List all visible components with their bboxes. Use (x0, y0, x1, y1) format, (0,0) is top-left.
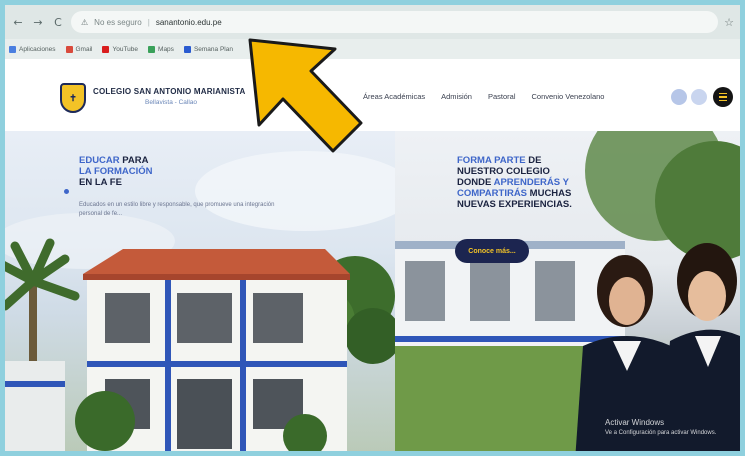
hero-panel-right: FORMA PARTE DE NUESTRO COLEGIO DONDE APR… (395, 131, 740, 451)
menu-item-pastoral[interactable]: Pastoral (488, 92, 516, 101)
school-building-photo (5, 151, 395, 451)
hamburger-menu-icon[interactable] (713, 87, 733, 107)
school-name[interactable]: COLEGIO SAN ANTONIO MARIANISTA (93, 87, 246, 96)
main-menu: Áreas Académicas Admisión Pastoral Conve… (363, 92, 604, 101)
menu-item-admision[interactable]: Admisión (441, 92, 472, 101)
browser-window: ← → C ⚠ No es seguro | sanantonio.edu.pe… (0, 0, 745, 456)
hero-right-heading: FORMA PARTE DE NUESTRO COLEGIO DONDE APR… (457, 155, 572, 210)
bookmark-label: YouTube (112, 45, 139, 53)
site-header: ✝ COLEGIO SAN ANTONIO MARIANISTA Bellavi… (5, 59, 740, 131)
pointer-arrow-icon (248, 38, 363, 153)
bookmark-label: Aplicaciones (19, 45, 56, 53)
reload-icon[interactable]: C (51, 15, 65, 29)
hero-left-description: Educados en un estilo libre y responsabl… (79, 202, 275, 217)
bookmark-label: Semana Plan (193, 45, 233, 53)
back-icon[interactable]: ← (11, 15, 25, 29)
hero-section: EDUCAR PARA LA FORMACIÓN EN LA FE Educad… (5, 131, 740, 451)
forward-icon[interactable]: → (31, 15, 45, 29)
school-subtitle: Bellavista - Callao (145, 99, 198, 106)
secure-label: No es seguro (94, 17, 142, 27)
maps-icon (148, 45, 156, 53)
menu-item-convenio[interactable]: Convenio Venezolano (532, 92, 605, 101)
youtube-icon (102, 45, 110, 53)
social-icon[interactable] (691, 89, 707, 105)
address-bar: ← → C ⚠ No es seguro | sanantonio.edu.pe… (5, 5, 740, 39)
bookmark-star-icon[interactable]: ☆ (724, 16, 734, 29)
menu-item-areas[interactable]: Áreas Académicas (363, 92, 425, 101)
bookmark-gmail[interactable]: Gmail (65, 45, 93, 53)
bookmarks-bar: Aplicaciones Gmail YouTube Maps Semana P… (5, 39, 740, 59)
school-logo[interactable]: ✝ (60, 83, 86, 113)
social-icon[interactable] (671, 89, 687, 105)
folder-icon (183, 45, 191, 53)
bookmark-label: Maps (158, 45, 174, 53)
slider-dot[interactable] (64, 189, 69, 194)
bookmark-label: Gmail (75, 45, 93, 53)
bookmark-semana[interactable]: Semana Plan (183, 45, 233, 53)
url-text[interactable]: sanantonio.edu.pe (156, 18, 222, 27)
warning-icon: ⚠ (81, 17, 89, 27)
bookmark-apps[interactable]: Aplicaciones (9, 45, 56, 53)
bookmark-maps[interactable]: Maps (148, 45, 174, 53)
hero-left-heading: EDUCAR PARA LA FORMACIÓN EN LA FE (79, 155, 153, 188)
learn-more-button[interactable]: Conoce más... (455, 239, 529, 263)
url-field[interactable]: ⚠ No es seguro | sanantonio.edu.pe (71, 11, 719, 33)
apps-icon (9, 45, 16, 53)
hero-panel-left: EDUCAR PARA LA FORMACIÓN EN LA FE Educad… (5, 131, 395, 451)
windows-activation-watermark: Activar Windows Ve a Configuración para … (605, 418, 717, 436)
gmail-icon (65, 45, 73, 53)
bookmark-youtube[interactable]: YouTube (102, 45, 139, 53)
